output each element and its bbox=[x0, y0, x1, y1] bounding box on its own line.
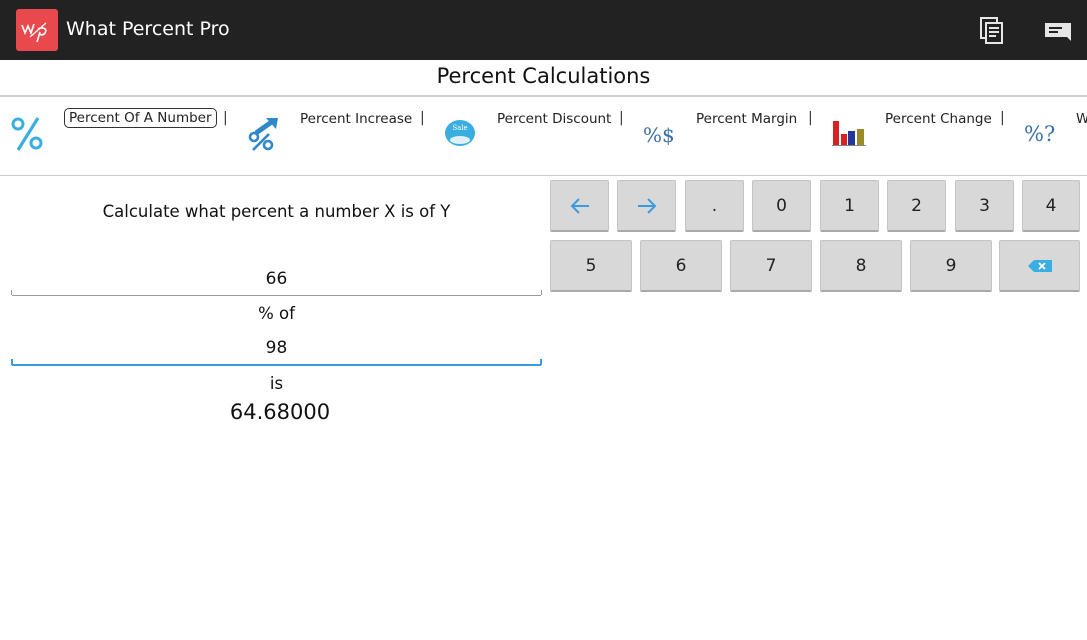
percent-dollar-icon[interactable]: %$ bbox=[642, 123, 680, 151]
is-label: is bbox=[269, 374, 284, 393]
tab-separator: | bbox=[619, 110, 624, 126]
right-arrow-key[interactable] bbox=[617, 180, 676, 232]
tab-percent-margin[interactable]: Percent Margin bbox=[696, 111, 797, 127]
of-label: % of bbox=[258, 304, 295, 323]
svg-text:%$: %$ bbox=[643, 123, 675, 147]
tab-separator: | bbox=[420, 110, 425, 126]
tab-separator: | bbox=[808, 110, 813, 126]
key-6[interactable]: 6 bbox=[640, 240, 722, 292]
svg-text:%?: %? bbox=[1024, 122, 1055, 146]
backspace-icon bbox=[1027, 259, 1052, 272]
section-title: Percent Calculations bbox=[436, 64, 651, 88]
tab-what-percent[interactable]: W bbox=[1076, 111, 1087, 127]
tabs-divider bbox=[0, 175, 1087, 176]
app-title: What Percent Pro bbox=[66, 18, 230, 40]
x-input-underline bbox=[11, 290, 542, 295]
sale-badge-icon[interactable]: Sale bbox=[444, 119, 476, 151]
percent-question-icon[interactable]: %? bbox=[1023, 121, 1063, 151]
svg-text:Sale: Sale bbox=[452, 124, 467, 132]
tab-percent-discount[interactable]: Percent Discount bbox=[497, 111, 611, 127]
tab-percent-increase[interactable]: Percent Increase bbox=[300, 111, 412, 127]
tab-separator: | bbox=[223, 110, 228, 126]
key-0[interactable]: 0 bbox=[752, 180, 811, 232]
bar-chart-icon[interactable] bbox=[832, 119, 866, 151]
percent-increase-icon[interactable] bbox=[246, 115, 280, 157]
overflow-menu-icon[interactable] bbox=[1042, 14, 1074, 46]
tab-percent-change[interactable]: Percent Change bbox=[885, 111, 992, 127]
calculation-tabs: Percent Of A Number | Percent Increase |… bbox=[0, 97, 1087, 175]
y-input-underline bbox=[11, 359, 542, 365]
key-5[interactable]: 5 bbox=[550, 240, 632, 292]
percent-icon[interactable] bbox=[10, 115, 46, 157]
key-1[interactable]: 1 bbox=[820, 180, 879, 232]
right-arrow-icon bbox=[637, 197, 656, 214]
copy-icon[interactable] bbox=[976, 14, 1008, 46]
key-7[interactable]: 7 bbox=[730, 240, 812, 292]
key-9[interactable]: 9 bbox=[910, 240, 992, 292]
result-value: 64.68000 bbox=[229, 400, 331, 424]
calculation-description: Calculate what percent a number X is of … bbox=[102, 202, 451, 221]
app-logo-icon[interactable] bbox=[16, 9, 58, 51]
key-3[interactable]: 3 bbox=[955, 180, 1014, 232]
backspace-key[interactable] bbox=[999, 240, 1080, 292]
tab-separator: | bbox=[1000, 110, 1005, 126]
action-bar: What Percent Pro bbox=[0, 0, 1087, 60]
left-arrow-icon bbox=[570, 197, 589, 214]
left-arrow-key[interactable] bbox=[550, 180, 609, 232]
key-2[interactable]: 2 bbox=[887, 180, 946, 232]
tab-percent-of-a-number[interactable]: Percent Of A Number bbox=[64, 108, 217, 128]
key-8[interactable]: 8 bbox=[820, 240, 902, 292]
key-4[interactable]: 4 bbox=[1022, 180, 1080, 232]
key-decimal[interactable]: . bbox=[685, 180, 744, 232]
